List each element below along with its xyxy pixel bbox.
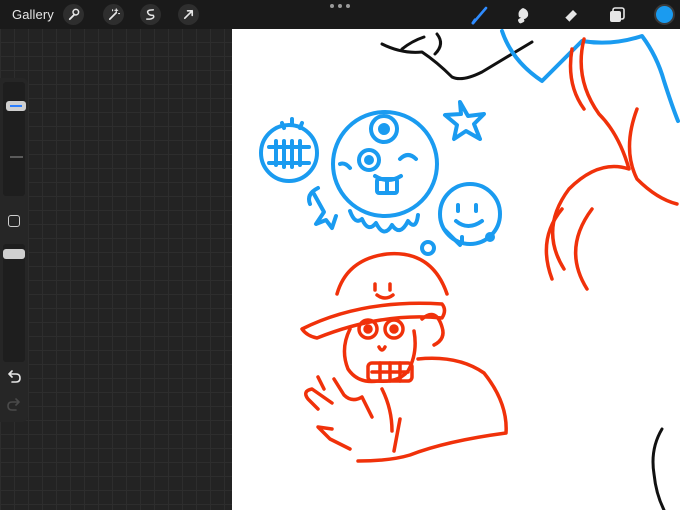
- brush-icon: [471, 6, 488, 25]
- layers-icon: [610, 7, 625, 22]
- undo-icon[interactable]: [6, 370, 22, 384]
- transform-button[interactable]: [178, 4, 199, 25]
- redo-icon[interactable]: [6, 398, 22, 412]
- selection-icon: [146, 9, 155, 20]
- eraser-icon: [564, 10, 577, 23]
- square-icon[interactable]: [8, 215, 20, 227]
- adjustments-button[interactable]: [103, 4, 124, 25]
- wrench-icon: [68, 8, 80, 21]
- selection-button[interactable]: [140, 4, 161, 25]
- layers-button[interactable]: [605, 3, 629, 27]
- brush-size-marker: [10, 156, 23, 158]
- procreate-app: Gallery: [0, 0, 680, 510]
- opacity-thumb[interactable]: [3, 249, 25, 259]
- brush-size-thumb[interactable]: [6, 101, 26, 111]
- red-sketch: [300, 37, 679, 463]
- canvas-artwork: [259, 29, 680, 510]
- smudge-button[interactable]: [511, 3, 535, 27]
- smudge-icon: [518, 8, 529, 24]
- top-toolbar: Gallery: [0, 0, 680, 29]
- opacity-slider[interactable]: [3, 244, 25, 362]
- magic-wand-icon: [108, 8, 120, 20]
- blue-sketch: [259, 29, 680, 256]
- gallery-button[interactable]: Gallery: [12, 7, 54, 22]
- eraser-button[interactable]: [559, 3, 583, 27]
- more-options-icon[interactable]: [330, 1, 350, 11]
- drawing-canvas[interactable]: [232, 29, 680, 510]
- actions-button[interactable]: [63, 4, 84, 25]
- left-sidebar: [0, 78, 28, 422]
- brush-button[interactable]: [468, 3, 492, 27]
- black-sketch: [380, 32, 666, 510]
- brush-size-slider[interactable]: [3, 82, 26, 196]
- transform-arrow-icon: [183, 9, 194, 20]
- color-picker-button[interactable]: [654, 4, 675, 25]
